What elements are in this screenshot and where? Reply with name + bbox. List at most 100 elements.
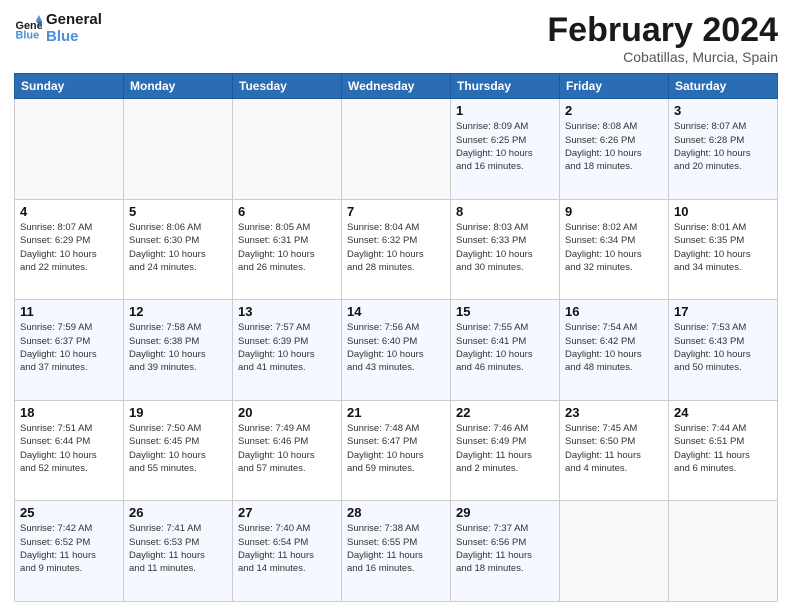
calendar-cell: 8 Sunrise: 8:03 AM Sunset: 6:33 PM Daylig… [451, 199, 560, 300]
calendar-week-row: 18 Sunrise: 7:51 AM Sunset: 6:44 PM Dayli… [15, 400, 778, 501]
title-block: February 2024 Cobatillas, Murcia, Spain [547, 12, 778, 65]
calendar-cell [342, 99, 451, 200]
day-number: 7 [347, 204, 445, 219]
calendar-week-row: 11 Sunrise: 7:59 AM Sunset: 6:37 PM Dayli… [15, 300, 778, 401]
day-info: Sunrise: 7:41 AM Sunset: 6:53 PM Dayligh… [129, 522, 227, 575]
logo-blue: Blue [46, 29, 102, 46]
main-title: February 2024 [547, 12, 778, 49]
day-number: 22 [456, 405, 554, 420]
calendar-cell: 9 Sunrise: 8:02 AM Sunset: 6:34 PM Daylig… [560, 199, 669, 300]
calendar-cell: 2Sunrise: 8:08 AM Sunset: 6:26 PM Daylig… [560, 99, 669, 200]
calendar-cell: 4Sunrise: 8:07 AM Sunset: 6:29 PM Daylig… [15, 199, 124, 300]
calendar-cell: 7 Sunrise: 8:04 AM Sunset: 6:32 PM Daylig… [342, 199, 451, 300]
calendar-week-row: 1 Sunrise: 8:09 AM Sunset: 6:25 PM Daylig… [15, 99, 778, 200]
calendar-cell: 15 Sunrise: 7:55 AM Sunset: 6:41 PM Dayli… [451, 300, 560, 401]
calendar-cell [124, 99, 233, 200]
calendar-cell: 20 Sunrise: 7:49 AM Sunset: 6:46 PM Dayli… [233, 400, 342, 501]
day-info: Sunrise: 7:53 AM Sunset: 6:43 PM Dayligh… [674, 321, 772, 374]
day-number: 16 [565, 304, 663, 319]
calendar-cell: 19Sunrise: 7:50 AM Sunset: 6:45 PM Dayli… [124, 400, 233, 501]
day-info: Sunrise: 8:08 AM Sunset: 6:26 PM Dayligh… [565, 120, 663, 173]
logo-icon: General Blue [14, 15, 42, 43]
day-info: Sunrise: 7:56 AM Sunset: 6:40 PM Dayligh… [347, 321, 445, 374]
day-info: Sunrise: 7:54 AM Sunset: 6:42 PM Dayligh… [565, 321, 663, 374]
calendar-cell: 6 Sunrise: 8:05 AM Sunset: 6:31 PM Daylig… [233, 199, 342, 300]
calendar-cell: 5 Sunrise: 8:06 AM Sunset: 6:30 PM Daylig… [124, 199, 233, 300]
day-info: Sunrise: 7:46 AM Sunset: 6:49 PM Dayligh… [456, 422, 554, 475]
day-number: 19 [129, 405, 227, 420]
day-number: 23 [565, 405, 663, 420]
header: General Blue General Blue February 2024 … [14, 12, 778, 65]
day-info: Sunrise: 7:49 AM Sunset: 6:46 PM Dayligh… [238, 422, 336, 475]
calendar-week-row: 25 Sunrise: 7:42 AM Sunset: 6:52 PM Dayli… [15, 501, 778, 602]
calendar-day-header: Sunday [15, 74, 124, 99]
day-number: 4 [20, 204, 118, 219]
calendar-cell: 10Sunrise: 8:01 AM Sunset: 6:35 PM Dayli… [669, 199, 778, 300]
day-number: 14 [347, 304, 445, 319]
day-info: Sunrise: 7:38 AM Sunset: 6:55 PM Dayligh… [347, 522, 445, 575]
day-number: 26 [129, 505, 227, 520]
day-info: Sunrise: 8:04 AM Sunset: 6:32 PM Dayligh… [347, 221, 445, 274]
day-info: Sunrise: 7:45 AM Sunset: 6:50 PM Dayligh… [565, 422, 663, 475]
day-info: Sunrise: 7:37 AM Sunset: 6:56 PM Dayligh… [456, 522, 554, 575]
day-info: Sunrise: 8:02 AM Sunset: 6:34 PM Dayligh… [565, 221, 663, 274]
day-info: Sunrise: 7:59 AM Sunset: 6:37 PM Dayligh… [20, 321, 118, 374]
page: General Blue General Blue February 2024 … [0, 0, 792, 612]
day-info: Sunrise: 8:06 AM Sunset: 6:30 PM Dayligh… [129, 221, 227, 274]
day-number: 29 [456, 505, 554, 520]
day-number: 18 [20, 405, 118, 420]
calendar-cell: 12 Sunrise: 7:58 AM Sunset: 6:38 PM Dayli… [124, 300, 233, 401]
day-number: 5 [129, 204, 227, 219]
day-info: Sunrise: 8:03 AM Sunset: 6:33 PM Dayligh… [456, 221, 554, 274]
day-number: 6 [238, 204, 336, 219]
day-info: Sunrise: 7:48 AM Sunset: 6:47 PM Dayligh… [347, 422, 445, 475]
day-info: Sunrise: 7:57 AM Sunset: 6:39 PM Dayligh… [238, 321, 336, 374]
day-info: Sunrise: 8:07 AM Sunset: 6:28 PM Dayligh… [674, 120, 772, 173]
calendar-header-row: SundayMondayTuesdayWednesdayThursdayFrid… [15, 74, 778, 99]
calendar-week-row: 4Sunrise: 8:07 AM Sunset: 6:29 PM Daylig… [15, 199, 778, 300]
day-info: Sunrise: 7:51 AM Sunset: 6:44 PM Dayligh… [20, 422, 118, 475]
calendar-cell: 26 Sunrise: 7:41 AM Sunset: 6:53 PM Dayli… [124, 501, 233, 602]
day-number: 28 [347, 505, 445, 520]
calendar-cell: 23 Sunrise: 7:45 AM Sunset: 6:50 PM Dayli… [560, 400, 669, 501]
calendar-table: SundayMondayTuesdayWednesdayThursdayFrid… [14, 73, 778, 602]
calendar-day-header: Saturday [669, 74, 778, 99]
calendar-cell: 25 Sunrise: 7:42 AM Sunset: 6:52 PM Dayli… [15, 501, 124, 602]
calendar-cell: 13 Sunrise: 7:57 AM Sunset: 6:39 PM Dayli… [233, 300, 342, 401]
day-number: 17 [674, 304, 772, 319]
calendar-cell [669, 501, 778, 602]
day-number: 25 [20, 505, 118, 520]
day-info: Sunrise: 7:42 AM Sunset: 6:52 PM Dayligh… [20, 522, 118, 575]
day-number: 8 [456, 204, 554, 219]
calendar-cell: 29 Sunrise: 7:37 AM Sunset: 6:56 PM Dayli… [451, 501, 560, 602]
calendar-cell: 11 Sunrise: 7:59 AM Sunset: 6:37 PM Dayli… [15, 300, 124, 401]
day-info: Sunrise: 8:09 AM Sunset: 6:25 PM Dayligh… [456, 120, 554, 173]
calendar-cell [15, 99, 124, 200]
logo-general: General [46, 12, 102, 29]
calendar-day-header: Monday [124, 74, 233, 99]
day-number: 15 [456, 304, 554, 319]
day-info: Sunrise: 8:05 AM Sunset: 6:31 PM Dayligh… [238, 221, 336, 274]
day-info: Sunrise: 7:55 AM Sunset: 6:41 PM Dayligh… [456, 321, 554, 374]
day-number: 13 [238, 304, 336, 319]
calendar-cell: 22 Sunrise: 7:46 AM Sunset: 6:49 PM Dayli… [451, 400, 560, 501]
day-info: Sunrise: 7:58 AM Sunset: 6:38 PM Dayligh… [129, 321, 227, 374]
calendar-cell: 24 Sunrise: 7:44 AM Sunset: 6:51 PM Dayli… [669, 400, 778, 501]
day-number: 24 [674, 405, 772, 420]
calendar-cell: 14 Sunrise: 7:56 AM Sunset: 6:40 PM Dayli… [342, 300, 451, 401]
day-info: Sunrise: 7:40 AM Sunset: 6:54 PM Dayligh… [238, 522, 336, 575]
day-number: 20 [238, 405, 336, 420]
day-info: Sunrise: 7:44 AM Sunset: 6:51 PM Dayligh… [674, 422, 772, 475]
day-number: 11 [20, 304, 118, 319]
calendar-cell [233, 99, 342, 200]
logo: General Blue General Blue [14, 12, 102, 45]
calendar-day-header: Friday [560, 74, 669, 99]
calendar-day-header: Wednesday [342, 74, 451, 99]
day-number: 9 [565, 204, 663, 219]
calendar-cell: 1 Sunrise: 8:09 AM Sunset: 6:25 PM Daylig… [451, 99, 560, 200]
calendar-cell: 17 Sunrise: 7:53 AM Sunset: 6:43 PM Dayli… [669, 300, 778, 401]
day-number: 1 [456, 103, 554, 118]
calendar-cell: 3Sunrise: 8:07 AM Sunset: 6:28 PM Daylig… [669, 99, 778, 200]
calendar-day-header: Tuesday [233, 74, 342, 99]
day-number: 12 [129, 304, 227, 319]
